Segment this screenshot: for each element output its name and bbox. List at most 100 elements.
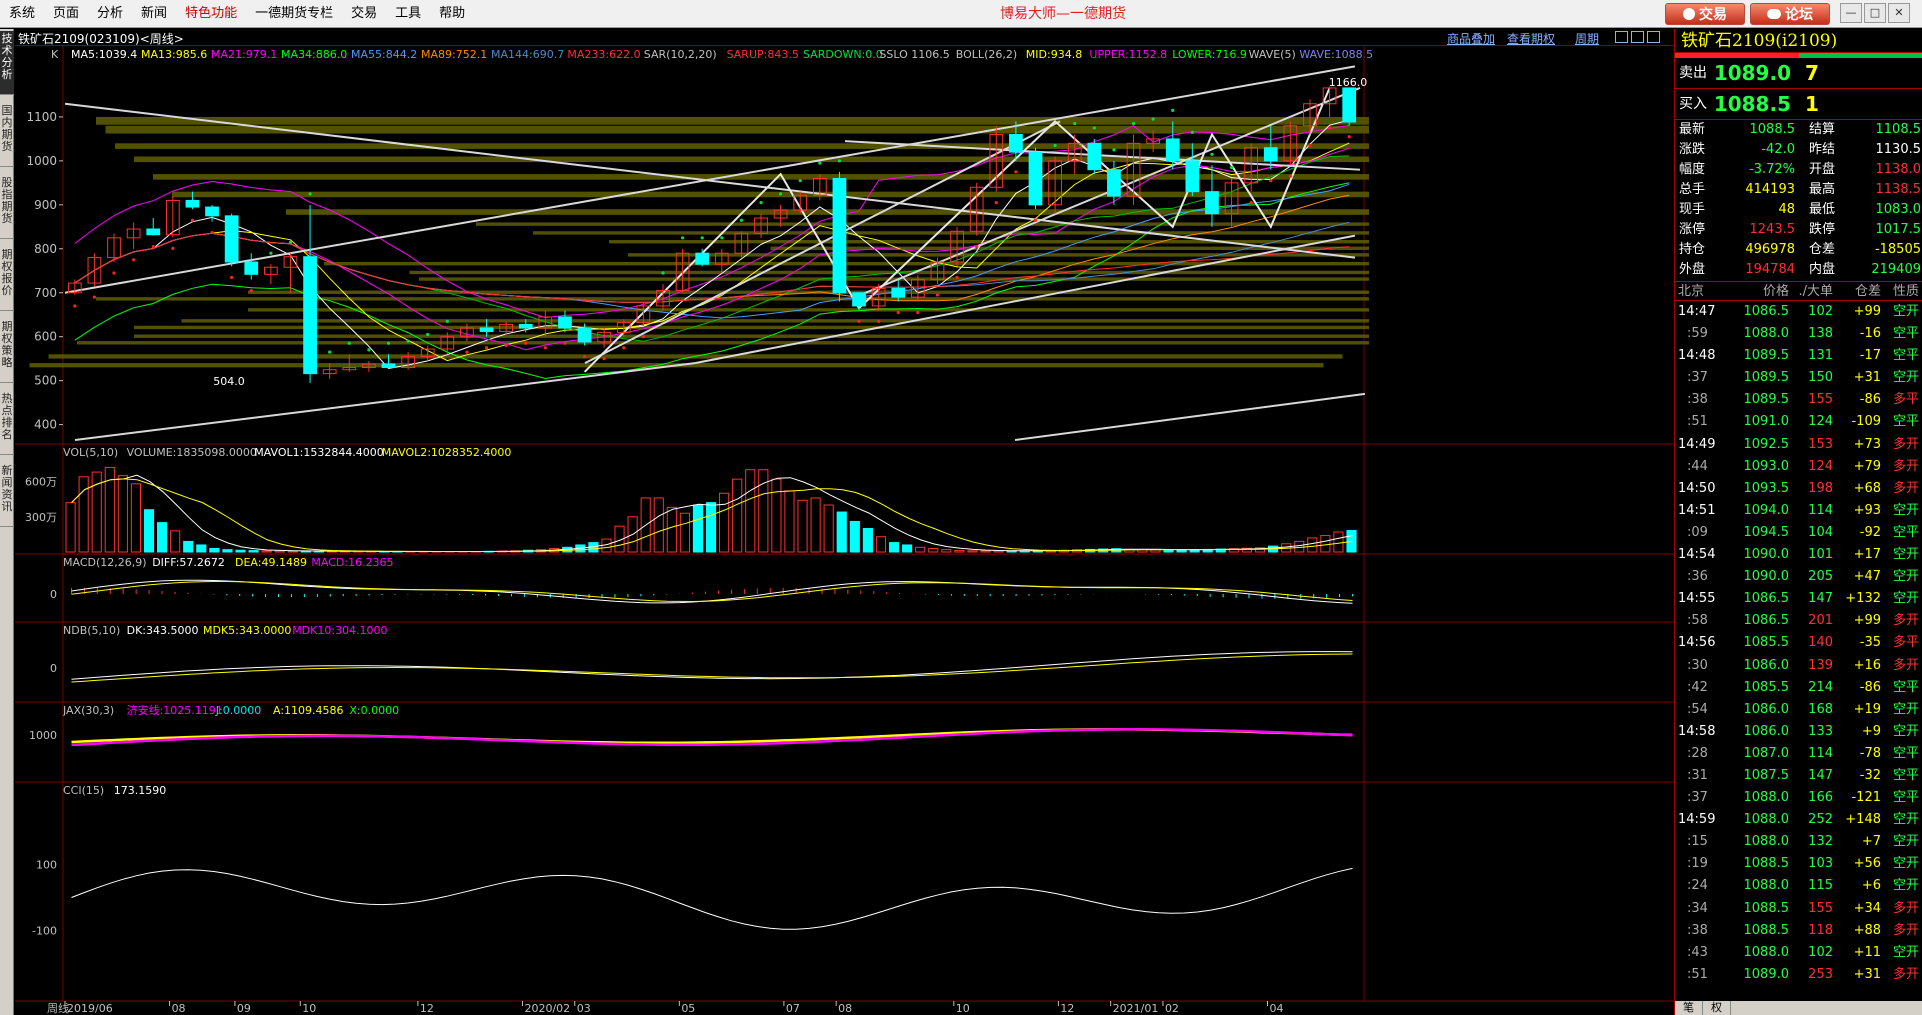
maximize-icon[interactable]: □	[1864, 3, 1886, 23]
sar-dot	[563, 341, 567, 345]
tick-row[interactable]: 14:58 1086.0 133 +9 空开	[1675, 721, 1922, 743]
tick-row[interactable]: 14:50 1093.5 198 +68 多开	[1675, 478, 1922, 500]
tick-price: 1088.5	[1743, 856, 1790, 872]
menu-item-3[interactable]: 新闻	[132, 0, 176, 28]
tick-row[interactable]: 14:47 1086.5 102 +99 空开	[1675, 301, 1922, 323]
left-tab-6[interactable]: 新闻资讯	[0, 463, 14, 527]
tick-oi-change: +6	[1861, 878, 1881, 894]
tick-column-header: 价格	[1762, 284, 1789, 299]
tick-price: 1090.0	[1743, 569, 1790, 585]
tick-row[interactable]: :34 1088.5 155 +34 多开	[1675, 898, 1922, 920]
left-tab-3[interactable]: 期权报价	[0, 247, 14, 311]
quote-bottom-tab-0[interactable]: 笔	[1675, 1001, 1703, 1015]
tick-row[interactable]: 14:49 1092.5 153 +73 多开	[1675, 434, 1922, 456]
tick-row[interactable]: :30 1086.0 139 +16 多开	[1675, 655, 1922, 677]
left-tab-2[interactable]: 股指期货	[0, 175, 14, 239]
zoom-in-icon[interactable]	[1631, 31, 1644, 43]
menu-item-6[interactable]: 交易	[342, 0, 386, 28]
tick-row[interactable]: :59 1088.0 138 -16 空平	[1675, 323, 1922, 345]
stat-value: 496978	[1745, 242, 1795, 257]
tick-row[interactable]: :09 1094.5 104 -92 空平	[1675, 522, 1922, 544]
zoom-out-icon[interactable]	[1615, 31, 1628, 43]
candle	[244, 253, 259, 280]
tick-time: :44	[1687, 458, 1708, 474]
menu-item-7[interactable]: 工具	[386, 0, 430, 28]
tick-row[interactable]: 14:48 1089.5 131 -17 空平	[1675, 345, 1922, 367]
tick-volume: 147	[1808, 767, 1833, 783]
minimize-icon[interactable]: —	[1840, 3, 1862, 23]
tick-row[interactable]: :42 1085.5 214 -86 空平	[1675, 677, 1922, 699]
menu-item-1[interactable]: 页面	[44, 0, 88, 28]
sar-dot	[1249, 201, 1253, 205]
tick-row[interactable]: :38 1089.5 155 -86 多平	[1675, 389, 1922, 411]
tick-row[interactable]: 14:51 1094.0 114 +93 空开	[1675, 500, 1922, 522]
menu-item-4[interactable]: 特色功能	[176, 0, 246, 28]
chart-area[interactable]: MA5:1039.4 MA13:985.6 MA21:979.1 MA34:886.0…	[15, 46, 1673, 1015]
tick-row[interactable]: :51 1089.0 253 +31 多开	[1675, 964, 1922, 986]
tick-row[interactable]: :28 1087.0 114 -78 空平	[1675, 743, 1922, 765]
tick-list[interactable]: 14:47 1086.5 102 +99 空开:59 1088.0 138 -16 空平 14:4…	[1675, 301, 1922, 986]
x-tick-label: 10	[956, 1002, 970, 1015]
indicator-label: J:0.0000	[215, 704, 261, 717]
stat-value: -3.72%	[1749, 162, 1795, 177]
layout-icon[interactable]	[1647, 31, 1660, 43]
tick-row[interactable]: :51 1091.0 124 -109 空平	[1675, 411, 1922, 433]
overlay-link[interactable]: 商品叠加	[1447, 30, 1495, 47]
sell-price[interactable]: 1089.0	[1711, 58, 1791, 88]
volume-bar	[222, 549, 233, 553]
osc-line-b	[71, 581, 1353, 603]
candle-body	[1185, 160, 1200, 193]
stat-label: 总手	[1679, 182, 1706, 197]
tick-price: 1089.0	[1743, 966, 1790, 982]
menu-item-5[interactable]: 一德期货专栏	[246, 0, 342, 28]
view-options-link[interactable]: 查看期权	[1507, 30, 1555, 47]
tick-row[interactable]: :15 1088.0 132 +7 空开	[1675, 831, 1922, 853]
sar-dot	[308, 192, 312, 196]
instrument-label: 铁矿石2109(023109)<周线>	[18, 32, 184, 46]
period-link[interactable]: 周期	[1575, 30, 1599, 47]
stat-label: 现手	[1679, 202, 1706, 217]
sar-dot	[661, 271, 665, 275]
tick-row[interactable]: :44 1093.0 124 +79 多开	[1675, 456, 1922, 478]
menu-item-2[interactable]: 分析	[88, 0, 132, 28]
tick-row[interactable]: :37 1089.5 150 +31 空开	[1675, 367, 1922, 389]
tick-row[interactable]: 14:59 1088.0 252 +148 空开	[1675, 809, 1922, 831]
tick-oi-change: +17	[1853, 547, 1881, 563]
stat-label: 跌停	[1809, 222, 1836, 237]
tick-row[interactable]: :37 1088.0 166 -121 空平	[1675, 787, 1922, 809]
menu-item-8[interactable]: 帮助	[430, 0, 474, 28]
forum-button[interactable]: 论坛	[1750, 3, 1830, 25]
volume-bar	[888, 542, 900, 553]
tick-volume: 168	[1808, 701, 1833, 717]
tick-row[interactable]: :43 1088.0 102 +11 空开	[1675, 942, 1922, 964]
tick-row[interactable]: 14:54 1090.0 101 +17 空开	[1675, 544, 1922, 566]
tick-volume: 131	[1808, 348, 1833, 364]
left-tab-4[interactable]: 期权策略	[0, 319, 14, 383]
tick-row[interactable]: :54 1086.0 168 +19 空开	[1675, 699, 1922, 721]
tick-row[interactable]: :19 1088.5 103 +56 空开	[1675, 853, 1922, 875]
indicator-label: MA34:886.0	[281, 48, 347, 61]
left-tab-1[interactable]: 国内期货	[0, 103, 14, 167]
left-tab-5[interactable]: 热点排名	[0, 391, 14, 455]
sar-dot	[386, 341, 391, 345]
tick-row[interactable]: :58 1086.5 201 +99 多开	[1675, 610, 1922, 632]
tick-row[interactable]: :31 1087.5 147 -32 空平	[1675, 765, 1922, 787]
tick-volume: 124	[1808, 458, 1833, 474]
tick-oi-change: +99	[1853, 304, 1881, 319]
trade-button[interactable]: 交易	[1665, 3, 1745, 25]
tick-row[interactable]: 14:55 1086.5 147 +132 空开	[1675, 588, 1922, 610]
tick-time: 14:54	[1678, 547, 1716, 563]
tick-nature: 空开	[1892, 591, 1919, 607]
sar-dot	[582, 354, 587, 359]
quote-bottom-tab-1[interactable]: 权	[1703, 1001, 1731, 1015]
menu-item-0[interactable]: 系统	[0, 0, 44, 28]
left-tab-0[interactable]: 技术分析	[0, 31, 14, 95]
volume-band	[105, 125, 1369, 134]
tick-row[interactable]: 14:56 1085.5 140 -35 多平	[1675, 632, 1922, 654]
candle-body	[205, 206, 219, 217]
close-icon[interactable]: ✕	[1888, 3, 1910, 23]
tick-row[interactable]: :24 1088.0 115 +6 空开	[1675, 875, 1922, 897]
buy-price[interactable]: 1088.5	[1711, 89, 1791, 119]
tick-row[interactable]: :36 1090.0 205 +47 空开	[1675, 566, 1922, 588]
tick-row[interactable]: :38 1088.5 118 +88 多开	[1675, 920, 1922, 942]
